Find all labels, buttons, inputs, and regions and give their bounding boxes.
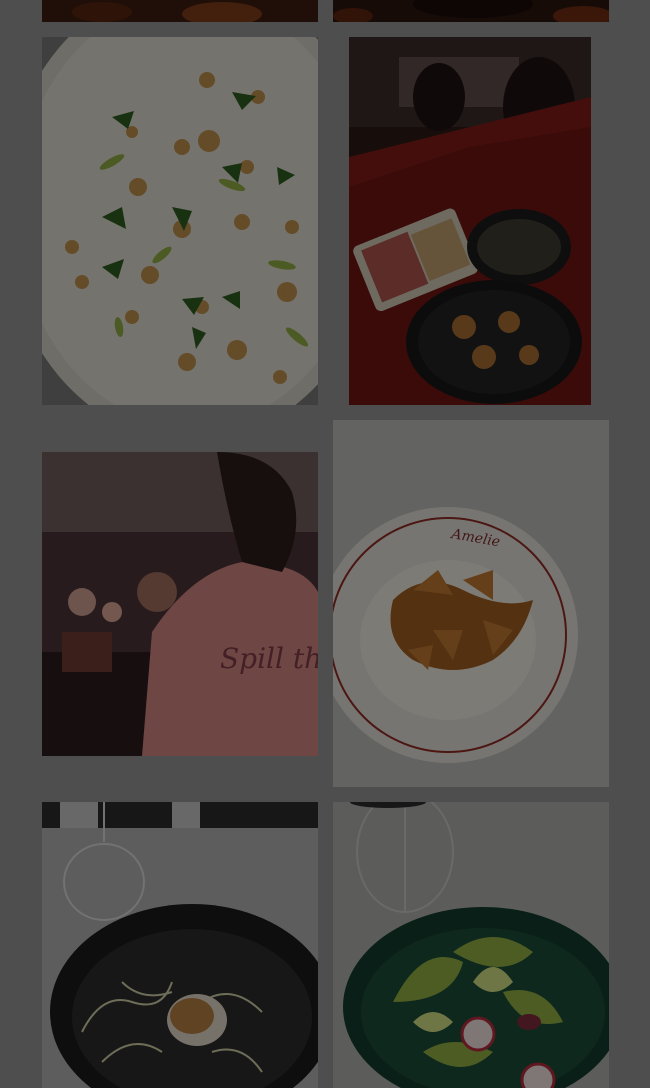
server-shirt-photo[interactable]: Spill the Wine xyxy=(42,452,318,756)
photo-gallery: { "gallery": { "overlay_color": "#000000… xyxy=(0,0,650,1088)
bar-table-dishes-photo[interactable] xyxy=(349,37,591,405)
pasta-plate-photo[interactable]: Amelie xyxy=(333,420,609,787)
shirt-embroidery-text: Spill the Wine xyxy=(220,642,318,675)
green-salad-bowl-photo[interactable] xyxy=(333,802,609,1088)
frisee-bowl-photo[interactable] xyxy=(42,802,318,1088)
dark-bar-photo-left[interactable] xyxy=(42,0,318,22)
scallop-carpaccio-photo[interactable] xyxy=(42,37,318,405)
dark-bar-photo-right[interactable] xyxy=(333,0,609,22)
